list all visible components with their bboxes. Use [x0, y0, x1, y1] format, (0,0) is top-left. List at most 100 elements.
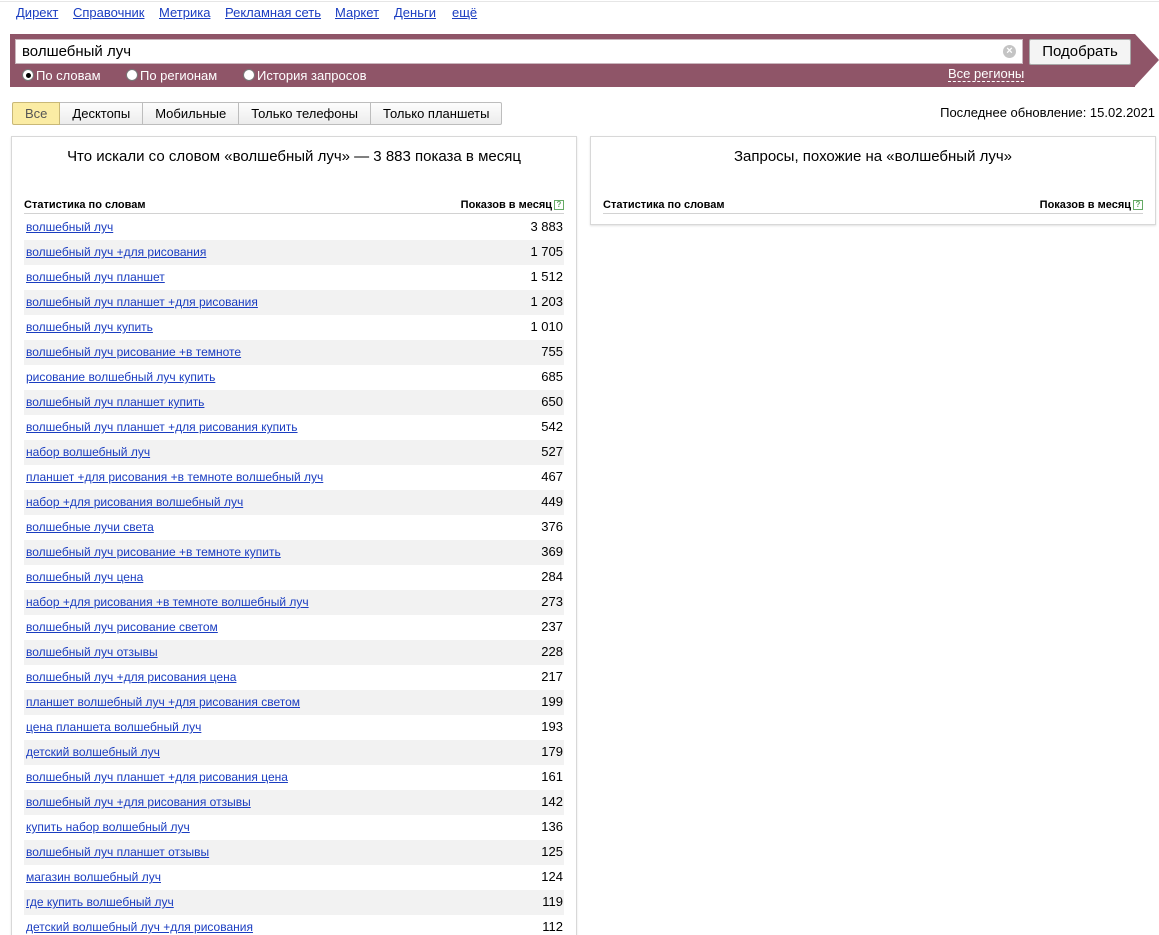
table-row: волшебный луч +для рисования цена 217: [24, 665, 564, 690]
col-words: Статистика по словам: [24, 199, 146, 211]
query-link[interactable]: волшебный луч рисование +в темноте: [26, 345, 241, 359]
radio-unchecked-icon: [126, 69, 138, 81]
query-link[interactable]: волшебный луч планшет отзывы: [26, 845, 209, 859]
panel-title: Запросы, похожие на «волшебный луч»: [733, 148, 1013, 165]
shows-count: 685: [541, 369, 563, 384]
table-row: волшебный луч +для рисования отзывы 142: [24, 790, 564, 815]
shows-count: 237: [541, 619, 563, 634]
table-header: Статистика по словам Показов в месяц?: [24, 198, 564, 214]
query-link[interactable]: детский волшебный луч +для рисования: [26, 920, 253, 934]
shows-count: 3 883: [530, 219, 563, 234]
query-link[interactable]: где купить волшебный луч: [26, 895, 174, 909]
tab-mobile[interactable]: Мобильные: [143, 102, 240, 125]
shows-count: 273: [541, 594, 563, 609]
query-link[interactable]: купить набор волшебный луч: [26, 820, 190, 834]
word-stats-panel: Что искали со словом «волшебный луч» — 3…: [11, 136, 577, 935]
query-link[interactable]: волшебный луч: [26, 220, 113, 234]
shows-count: 199: [541, 694, 563, 709]
query-link[interactable]: набор +для рисования +в темноте волшебны…: [26, 595, 309, 609]
top-nav: Директ Справочник Метрика Рекламная сеть…: [0, 0, 1159, 26]
table-row: волшебный луч планшет +для рисования цен…: [24, 765, 564, 790]
query-link[interactable]: рисование волшебный луч купить: [26, 370, 215, 384]
query-link[interactable]: волшебный луч +для рисования цена: [26, 670, 236, 684]
query-link[interactable]: волшебный луч планшет +для рисования: [26, 295, 258, 309]
table-row: где купить волшебный луч 119: [24, 890, 564, 915]
table-row: волшебные лучи света 376: [24, 515, 564, 540]
table-row: волшебный луч планшет +для рисования куп…: [24, 415, 564, 440]
stats-table-body: волшебный луч 3 883 волшебный луч +для рис…: [24, 215, 564, 935]
shows-count: 124: [541, 869, 563, 884]
query-link[interactable]: волшебные лучи света: [26, 520, 154, 534]
clear-icon[interactable]: ×: [1003, 45, 1016, 58]
shows-count: 369: [541, 544, 563, 559]
table-row: планшет волшебный луч +для рисования све…: [24, 690, 564, 715]
table-row: набор волшебный луч 527: [24, 440, 564, 465]
search-band-arrow: [1135, 34, 1159, 86]
table-row: волшебный луч +для рисования 1 705: [24, 240, 564, 265]
col-shows-label: Показов в месяц: [1039, 199, 1131, 211]
search-input[interactable]: волшебный луч ×: [15, 39, 1023, 64]
help-icon[interactable]: ?: [554, 200, 564, 210]
table-row: магазин волшебный луч 124: [24, 865, 564, 890]
shows-count: 449: [541, 494, 563, 509]
query-link[interactable]: набор +для рисования волшебный луч: [26, 495, 243, 509]
shows-count: 284: [541, 569, 563, 584]
nav-link-more[interactable]: ещё: [452, 5, 477, 20]
shows-count: 650: [541, 394, 563, 409]
top-divider: [0, 1, 1159, 2]
query-link[interactable]: волшебный луч планшет +для рисования куп…: [26, 420, 298, 434]
shows-count: 1 203: [530, 294, 563, 309]
pick-button[interactable]: Подобрать: [1029, 39, 1131, 65]
tab-phones-only[interactable]: Только телефоны: [239, 102, 372, 125]
query-link[interactable]: волшебный луч планшет купить: [26, 395, 204, 409]
query-link[interactable]: волшебный луч планшет +для рисования цен…: [26, 770, 288, 784]
query-link[interactable]: детский волшебный луч: [26, 745, 160, 759]
tab-all[interactable]: Все: [12, 102, 61, 125]
query-link[interactable]: волшебный луч +для рисования отзывы: [26, 795, 251, 809]
query-link[interactable]: волшебный луч планшет: [26, 270, 165, 284]
query-link[interactable]: магазин волшебный луч: [26, 870, 161, 884]
col-shows: Показов в месяц?: [1040, 199, 1143, 211]
nav-link-ad-network[interactable]: Рекламная сеть: [225, 5, 321, 20]
shows-count: 217: [541, 669, 563, 684]
table-row: волшебный луч рисование светом 237: [24, 615, 564, 640]
shows-count: 193: [541, 719, 563, 734]
tab-tablets-only[interactable]: Только планшеты: [371, 102, 503, 125]
table-row: детский волшебный луч 179: [24, 740, 564, 765]
query-link[interactable]: планшет +для рисования +в темноте волшеб…: [26, 470, 323, 484]
query-link[interactable]: волшебный луч +для рисования: [26, 245, 206, 259]
query-link[interactable]: планшет волшебный луч +для рисования све…: [26, 695, 300, 709]
query-link[interactable]: цена планшета волшебный луч: [26, 720, 201, 734]
query-link[interactable]: набор волшебный луч: [26, 445, 150, 459]
shows-count: 119: [542, 894, 563, 909]
nav-link-market[interactable]: Маркет: [335, 5, 379, 20]
shows-count: 161: [541, 769, 563, 784]
radio-unchecked-icon: [243, 69, 255, 81]
table-row: волшебный луч рисование +в темноте купит…: [24, 540, 564, 565]
table-row: волшебный луч отзывы 228: [24, 640, 564, 665]
radio-checked-icon: [22, 69, 34, 81]
nav-link-direct[interactable]: Директ: [16, 5, 58, 20]
query-link[interactable]: волшебный луч цена: [26, 570, 143, 584]
query-link[interactable]: волшебный луч рисование светом: [26, 620, 218, 634]
nav-link-metrika[interactable]: Метрика: [159, 5, 210, 20]
tab-desktops[interactable]: Десктопы: [60, 102, 144, 125]
query-link[interactable]: волшебный луч рисование +в темноте купит…: [26, 545, 281, 559]
all-regions-link[interactable]: Все регионы: [948, 67, 1025, 82]
mode-label: По регионам: [140, 68, 218, 83]
nav-link-reference[interactable]: Справочник: [73, 5, 145, 20]
nav-link-money[interactable]: Деньги: [394, 5, 436, 20]
search-input-value: волшебный луч: [22, 43, 132, 60]
similar-queries-panel: Запросы, похожие на «волшебный луч» Стат…: [590, 136, 1156, 225]
panel-title: Что искали со словом «волшебный луч» — 3…: [67, 148, 521, 165]
shows-count: 755: [541, 344, 563, 359]
device-tabs: Все Десктопы Мобильные Только телефоны Т…: [12, 102, 503, 125]
col-shows-label: Показов в месяц: [460, 199, 552, 211]
query-link[interactable]: волшебный луч купить: [26, 320, 153, 334]
help-icon[interactable]: ?: [1133, 200, 1143, 210]
last-update: Последнее обновление: 15.02.2021: [940, 105, 1155, 120]
shows-count: 1 512: [530, 269, 563, 284]
shows-count: 527: [541, 444, 563, 459]
query-link[interactable]: волшебный луч отзывы: [26, 645, 158, 659]
shows-count: 179: [541, 744, 563, 759]
